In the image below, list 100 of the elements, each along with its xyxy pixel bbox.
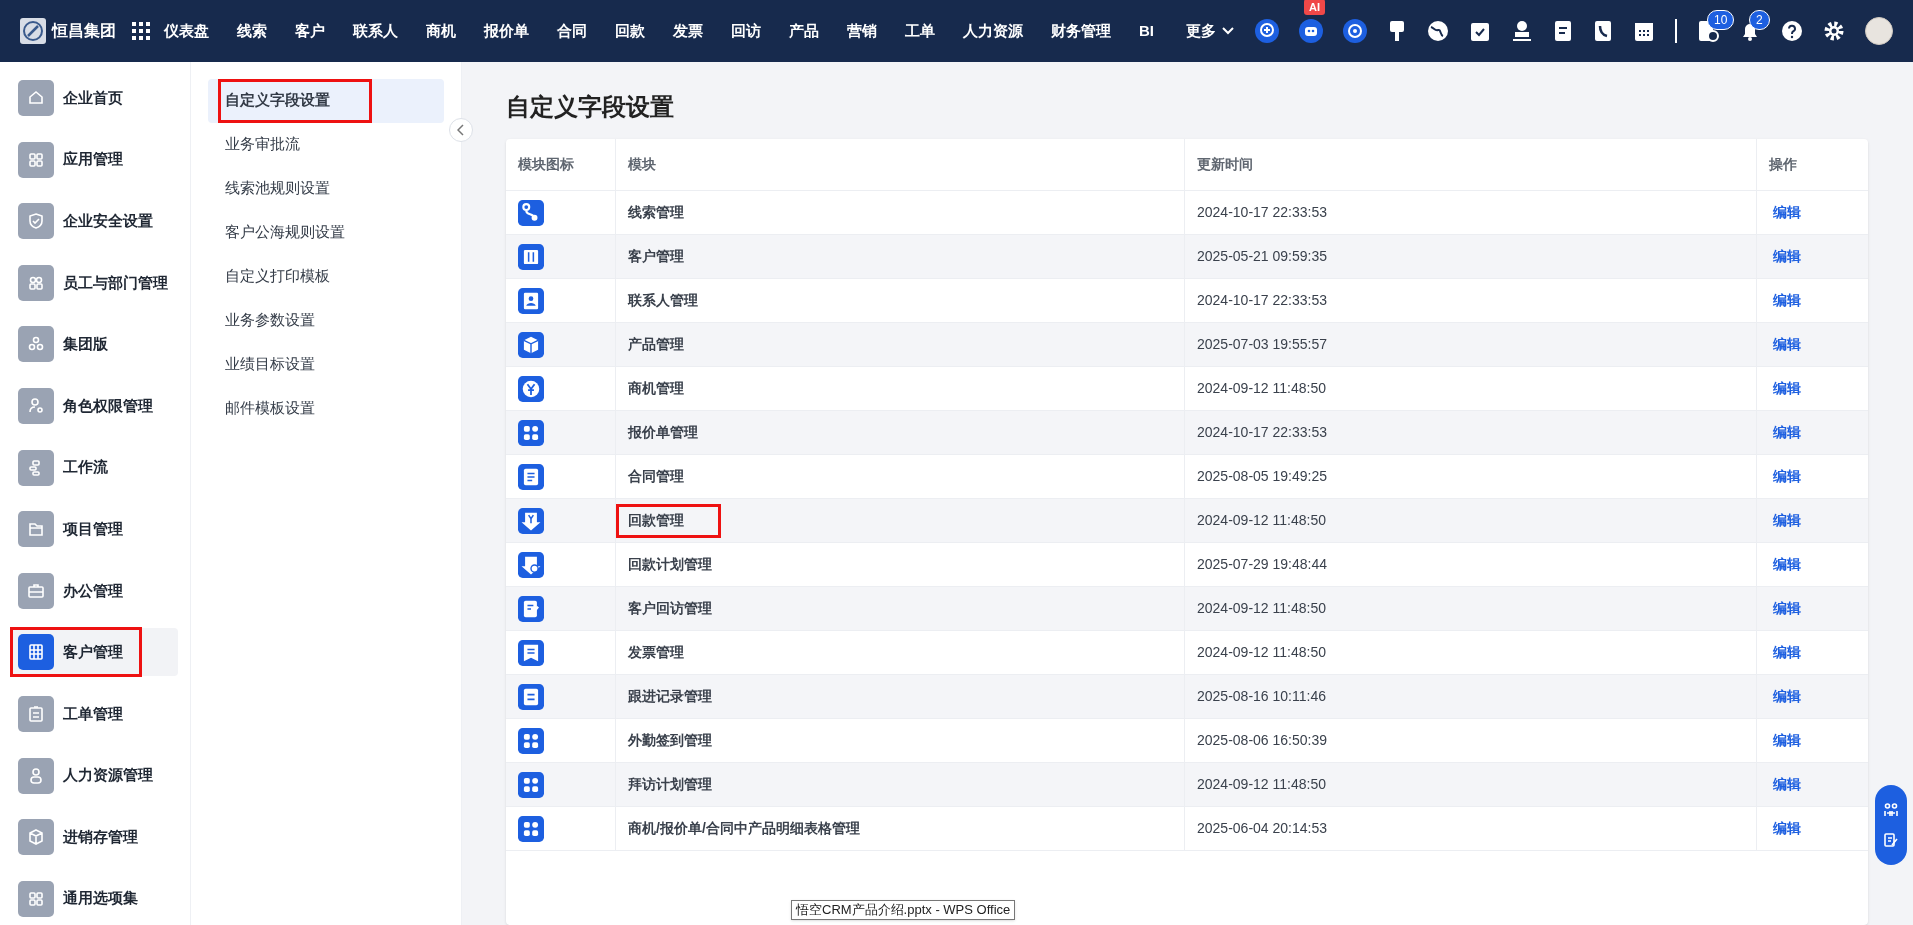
chat-plus-icon[interactable] — [1255, 19, 1279, 43]
edit-link[interactable]: 编辑 — [1773, 334, 1801, 355]
sidebar-item[interactable]: 工作流 — [12, 443, 178, 492]
help-icon[interactable] — [1781, 20, 1803, 42]
table-cell-text: 产品管理 — [628, 335, 684, 354]
nav-link[interactable]: 合同 — [557, 19, 587, 43]
document-edit-icon — [518, 595, 544, 622]
table-cell-text: 联系人管理 — [628, 291, 698, 310]
calendar-check-icon[interactable] — [1469, 20, 1491, 42]
table-cell-text: 2024-09-12 11:48:50 — [1197, 775, 1326, 794]
sidebar-item[interactable]: 办公管理 — [12, 566, 178, 615]
table-cell-text: 2025-07-03 19:55:57 — [1197, 335, 1327, 354]
table-cell-text: 2024-09-12 11:48:50 — [1197, 643, 1326, 662]
edit-link[interactable]: 编辑 — [1773, 642, 1801, 663]
nav-link[interactable]: 线索 — [237, 19, 267, 43]
apps-grid-icon[interactable] — [132, 22, 150, 40]
submenu-item[interactable]: 邮件模板设置 — [208, 387, 444, 431]
table-cell-text: 2024-10-17 22:33:53 — [1197, 291, 1327, 310]
sidebar-item[interactable]: 应用管理 — [12, 135, 178, 184]
table-cell-text: 2024-09-12 11:48:50 — [1197, 599, 1326, 618]
cube-icon — [518, 331, 544, 358]
more-menu[interactable]: 更多 — [1186, 19, 1234, 43]
sidebar-item[interactable]: 工单管理 — [12, 689, 178, 738]
sidebar-item[interactable]: 角色权限管理 — [12, 381, 178, 430]
chevron-left-icon — [457, 124, 465, 136]
submenu-item[interactable]: 业务参数设置 — [208, 299, 444, 343]
logo-icon — [20, 18, 46, 44]
connection-icon — [518, 199, 544, 226]
sidebar-item[interactable]: 通用选项集 — [12, 874, 178, 923]
edit-link[interactable]: 编辑 — [1773, 290, 1801, 311]
submenu-item[interactable]: 客户公海规则设置 — [208, 211, 444, 255]
edit-link[interactable]: 编辑 — [1773, 554, 1801, 575]
table-cell-text: 客户管理 — [628, 247, 684, 266]
page-title: 自定义字段设置 — [506, 92, 675, 122]
document-icon — [518, 683, 544, 710]
edit-link[interactable]: 编辑 — [1773, 818, 1801, 839]
sidebar-item[interactable]: 人力资源管理 — [12, 751, 178, 800]
calendar-icon[interactable] — [1633, 20, 1655, 42]
edit-link[interactable]: 编辑 — [1773, 246, 1801, 267]
brush-icon[interactable] — [1387, 20, 1407, 42]
settings-icon[interactable] — [1823, 20, 1845, 42]
edit-link[interactable]: 编辑 — [1773, 510, 1801, 531]
submenu-item[interactable]: 线索池规则设置 — [208, 167, 444, 211]
submenu-item[interactable]: 业绩目标设置 — [208, 343, 444, 387]
table-cell-text: 合同管理 — [628, 467, 684, 486]
nav-link[interactable]: 客户 — [295, 19, 325, 43]
table-cell-text: 商机/报价单/合同中产品明细表格管理 — [628, 819, 860, 838]
column-header: 更新时间 — [1185, 139, 1757, 190]
count-badge: 2 — [1749, 10, 1770, 30]
sidebar-item[interactable]: 项目管理 — [12, 505, 178, 554]
yen-coin-icon — [518, 375, 544, 402]
edit-link[interactable]: 编辑 — [1773, 598, 1801, 619]
avatar[interactable] — [1865, 17, 1893, 45]
edit-link[interactable]: 编辑 — [1773, 730, 1801, 751]
nav-link[interactable]: 报价单 — [484, 19, 529, 43]
nav-link[interactable]: BI — [1139, 19, 1154, 43]
table-cell-text: 跟进记录管理 — [628, 687, 712, 706]
submenu-item[interactable]: 自定义字段设置 — [208, 79, 444, 123]
submenu-item[interactable]: 业务审批流 — [208, 123, 444, 167]
edit-note-icon[interactable] — [1884, 833, 1898, 847]
nav-link[interactable]: 财务管理 — [1051, 19, 1111, 43]
sidebar-item[interactable]: 客户管理 — [12, 628, 178, 677]
nav-link[interactable]: 发票 — [673, 19, 703, 43]
nav-link[interactable]: 工单 — [905, 19, 935, 43]
phone-book-icon[interactable] — [1593, 20, 1613, 42]
yen-download-icon — [518, 507, 544, 534]
document-icon[interactable] — [1553, 20, 1573, 42]
table-cell-text: 拜访计划管理 — [628, 775, 712, 794]
stamp-icon[interactable] — [1511, 20, 1533, 42]
table-cell-text: 发票管理 — [628, 643, 684, 662]
robot-icon[interactable] — [1299, 19, 1323, 43]
edit-link[interactable]: 编辑 — [1773, 686, 1801, 707]
building-icon — [518, 243, 544, 270]
nav-link[interactable]: 人力资源 — [963, 19, 1023, 43]
table-cell-text: 外勤签到管理 — [628, 731, 712, 750]
nav-link[interactable]: 回款 — [615, 19, 645, 43]
sidebar-item[interactable]: 集团版 — [12, 320, 178, 369]
edit-link[interactable]: 编辑 — [1773, 774, 1801, 795]
column-header: 操作 — [1768, 155, 1798, 174]
tiles-icon — [518, 727, 544, 754]
nav-link[interactable]: 营销 — [847, 19, 877, 43]
edit-link[interactable]: 编辑 — [1773, 466, 1801, 487]
table-cell-text: 2024-09-12 11:48:50 — [1197, 511, 1326, 530]
nav-link[interactable]: 商机 — [426, 19, 456, 43]
chat-bubble-icon[interactable] — [1343, 19, 1367, 43]
nav-link[interactable]: 产品 — [789, 19, 819, 43]
contact-card-icon — [518, 287, 544, 314]
edit-link[interactable]: 编辑 — [1773, 202, 1801, 223]
nav-link[interactable]: 仪表盘 — [164, 19, 209, 43]
nav-link[interactable]: 回访 — [731, 19, 761, 43]
people-icon[interactable] — [1884, 803, 1898, 817]
sidebar-item[interactable]: 进销存管理 — [12, 813, 178, 862]
edit-link[interactable]: 编辑 — [1773, 422, 1801, 443]
sidebar-item[interactable]: 企业安全设置 — [12, 197, 178, 246]
nav-link[interactable]: 联系人 — [353, 19, 398, 43]
submenu-item[interactable]: 自定义打印模板 — [208, 255, 444, 299]
table-cell-text: 2025-08-05 19:49:25 — [1197, 467, 1327, 486]
edit-link[interactable]: 编辑 — [1773, 378, 1801, 399]
sidebar-item[interactable]: 企业首页 — [12, 74, 178, 122]
sidebar-item[interactable]: 员工与部门管理 — [12, 258, 178, 307]
